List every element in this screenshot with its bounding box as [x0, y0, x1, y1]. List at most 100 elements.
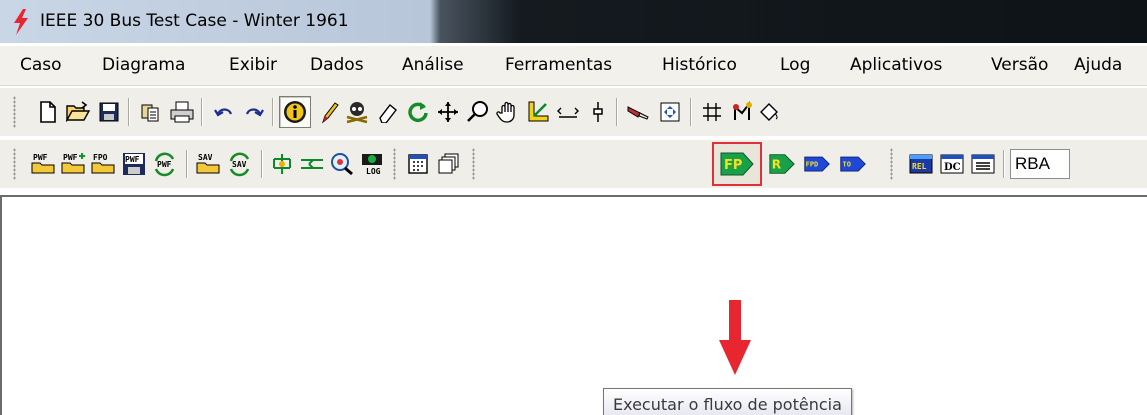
search-bus-button[interactable] — [328, 150, 356, 178]
report-rel-button[interactable]: REL — [907, 150, 935, 178]
menu-ajuda[interactable]: Ajuda — [1074, 55, 1122, 75]
reload-pwf-label: PWF — [157, 160, 172, 169]
menu-diagrama[interactable]: Diagrama — [102, 55, 185, 75]
run-fpd-icon: FPD — [804, 156, 830, 172]
islands-button[interactable] — [268, 150, 296, 178]
save-button[interactable] — [95, 98, 123, 126]
run-fpd-button[interactable]: FPD — [803, 150, 831, 178]
move-button[interactable] — [434, 98, 462, 126]
title-bar: IEEE 30 Bus Test Case - Winter 1961 — [0, 0, 1147, 43]
open-fpo-button[interactable]: FPO — [90, 150, 118, 178]
run-to-icon: TO — [840, 156, 866, 172]
table-view-button[interactable] — [969, 150, 997, 178]
tooltip: Executar o fluxo de potência — [603, 388, 852, 415]
redo-button[interactable] — [240, 98, 268, 126]
new-file-button[interactable] — [34, 98, 62, 126]
undo-icon — [214, 108, 233, 117]
menu-bar: Caso Diagrama Exibir Dados Análise Ferra… — [0, 46, 1147, 86]
merge-bars-button[interactable] — [298, 150, 326, 178]
refresh-button[interactable] — [404, 98, 432, 126]
move-arrows-icon — [438, 102, 458, 122]
pan-button[interactable] — [494, 98, 522, 126]
info-icon — [284, 101, 306, 123]
toolbar-separator — [690, 98, 692, 126]
lightning-bolt-icon — [14, 9, 28, 35]
menu-caso[interactable]: Caso — [20, 55, 62, 75]
rba-combobox[interactable]: RBA — [1010, 149, 1070, 179]
menu-analise[interactable]: Análise — [402, 55, 464, 75]
calendar-button[interactable] — [404, 150, 432, 178]
eraser-button[interactable] — [374, 98, 402, 126]
reload-sav-label: SAV — [232, 160, 247, 169]
undo-button[interactable] — [210, 98, 238, 126]
menu-historico[interactable]: Histórico — [662, 55, 737, 75]
hand-icon — [496, 101, 515, 123]
log-button[interactable]: LOG — [358, 150, 386, 178]
paint-button[interactable] — [755, 98, 783, 126]
menu-log[interactable]: Log — [780, 55, 810, 75]
remove-element-button[interactable] — [343, 98, 371, 126]
paint-bucket-icon — [760, 103, 778, 121]
append-pwf-button[interactable]: PWF — [60, 150, 88, 178]
run-to-label: TO — [843, 161, 851, 169]
align-button[interactable] — [524, 98, 552, 126]
diagram-canvas[interactable] — [0, 195, 1147, 415]
open-file-button[interactable] — [64, 98, 92, 126]
copy-button[interactable] — [137, 98, 165, 126]
menu-aplicativos[interactable]: Aplicativos — [850, 55, 942, 75]
open-pwf-button[interactable]: PWF — [30, 150, 58, 178]
toolbar-separator — [128, 98, 130, 126]
run-power-flow-button[interactable]: FP — [712, 142, 762, 186]
style-button[interactable] — [728, 98, 756, 126]
open-sav-icon: SAV — [196, 153, 220, 174]
toolbar-separator — [1003, 150, 1005, 178]
grid-hash-icon — [703, 103, 721, 121]
menu-dados[interactable]: Dados — [310, 55, 364, 75]
annotation-arrow-icon — [719, 300, 751, 375]
menu-exibir[interactable]: Exibir — [229, 55, 277, 75]
run-r-button[interactable]: R — [768, 150, 796, 178]
windows-button[interactable] — [435, 150, 463, 178]
toolbar-grip[interactable] — [13, 96, 16, 128]
save-pwf-button[interactable]: PWF — [120, 150, 148, 178]
refresh-icon — [408, 102, 428, 123]
log-label: LOG — [366, 167, 381, 176]
menu-ferramentas[interactable]: Ferramentas — [505, 55, 612, 75]
grid-button[interactable] — [698, 98, 726, 126]
open-fpo-icon: FPO — [91, 153, 115, 174]
run-to-button[interactable]: TO — [839, 150, 867, 178]
bus-button[interactable] — [584, 98, 612, 126]
marker-icon — [627, 106, 649, 120]
reload-pwf-button[interactable]: PWF — [151, 150, 179, 178]
reload-sav-button[interactable]: SAV — [226, 150, 254, 178]
magnifier-icon — [467, 101, 488, 122]
toolbar-grip[interactable] — [393, 148, 396, 180]
toolbar-grip[interactable] — [890, 148, 893, 180]
toolbar-grip[interactable] — [472, 148, 475, 180]
links-button[interactable] — [554, 98, 582, 126]
toolbar-grip[interactable] — [13, 148, 16, 180]
bus-symbol-icon — [593, 102, 603, 122]
fit-button[interactable] — [656, 98, 684, 126]
zoom-button[interactable] — [464, 98, 492, 126]
table-view-icon — [971, 154, 995, 174]
report-rel-icon: REL — [909, 154, 933, 174]
menu-versao[interactable]: Versão — [991, 55, 1048, 75]
open-sav-button[interactable]: SAV — [195, 150, 223, 178]
run-power-flow-icon: FP — [720, 152, 754, 176]
open-folder-icon — [65, 101, 91, 123]
link-arrows-icon — [557, 107, 579, 118]
skull-icon — [346, 102, 368, 124]
save-pwf-label: PWF — [125, 155, 140, 164]
print-button[interactable] — [168, 98, 196, 126]
fit-window-icon — [660, 102, 680, 122]
highlight-button[interactable] — [624, 98, 652, 126]
info-button[interactable] — [279, 96, 311, 128]
append-pwf-label: PWF — [63, 153, 78, 162]
edit-button[interactable] — [314, 98, 342, 126]
open-fpo-label: FPO — [93, 153, 108, 162]
append-pwf-icon: PWF — [61, 153, 85, 174]
dc-button[interactable]: DC — [938, 150, 966, 178]
open-pwf-label: PWF — [33, 153, 48, 162]
open-pwf-icon: PWF — [31, 153, 55, 174]
